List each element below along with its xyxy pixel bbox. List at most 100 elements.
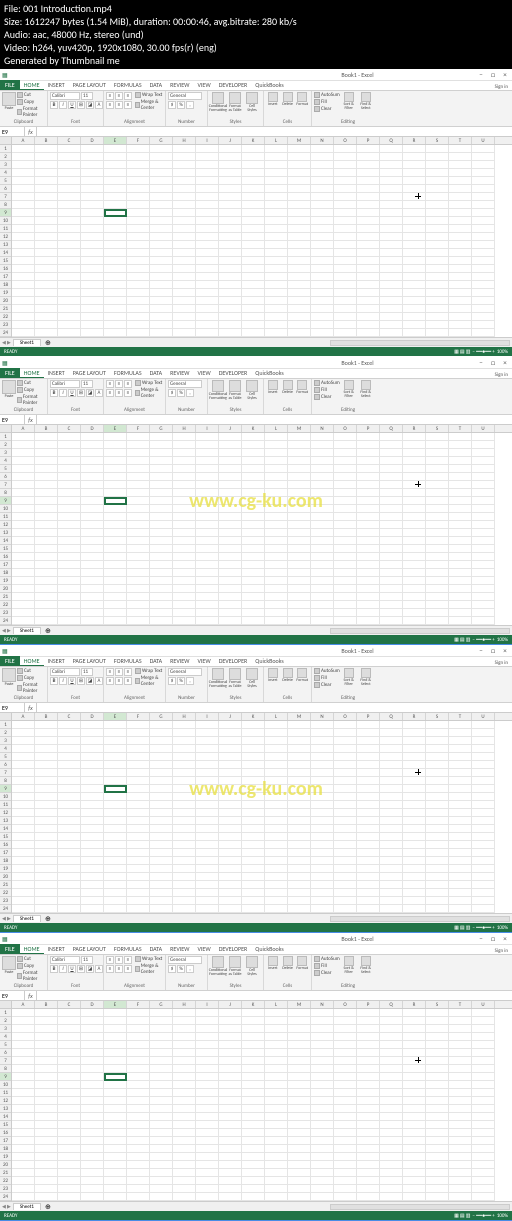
cell[interactable] — [403, 1009, 426, 1017]
cell[interactable] — [127, 825, 150, 833]
cell[interactable] — [426, 233, 449, 241]
cell[interactable] — [357, 1033, 380, 1041]
cell[interactable] — [150, 801, 173, 809]
cell[interactable] — [81, 289, 104, 297]
cell[interactable] — [196, 745, 219, 753]
cell[interactable] — [173, 857, 196, 865]
cell[interactable] — [357, 905, 380, 913]
cell[interactable] — [472, 881, 495, 889]
col-header-L[interactable]: L — [265, 137, 288, 144]
cell[interactable] — [426, 753, 449, 761]
cell[interactable] — [150, 321, 173, 329]
row-header-12[interactable]: 12 — [0, 1097, 11, 1105]
find-select-button[interactable]: Find & Select — [358, 668, 374, 687]
cell[interactable] — [334, 793, 357, 801]
cell[interactable] — [403, 289, 426, 297]
cell[interactable] — [472, 1073, 495, 1081]
cell[interactable] — [403, 1025, 426, 1033]
cell[interactable] — [173, 1057, 196, 1065]
cell[interactable] — [426, 561, 449, 569]
cell[interactable] — [35, 449, 58, 457]
cell[interactable] — [426, 609, 449, 617]
sheet-nav[interactable]: ◀ ▶ — [2, 916, 11, 922]
cell[interactable] — [403, 521, 426, 529]
cell[interactable] — [81, 329, 104, 337]
cell[interactable] — [380, 1049, 403, 1057]
cell[interactable] — [12, 761, 35, 769]
cell[interactable] — [380, 745, 403, 753]
cell[interactable] — [150, 225, 173, 233]
cell[interactable] — [288, 1097, 311, 1105]
cell[interactable] — [196, 441, 219, 449]
cell[interactable] — [380, 233, 403, 241]
cell[interactable] — [242, 849, 265, 857]
row-header-22[interactable]: 22 — [0, 601, 11, 609]
cell[interactable] — [334, 1113, 357, 1121]
cell[interactable] — [12, 497, 35, 505]
cell[interactable] — [58, 537, 81, 545]
cell[interactable] — [449, 753, 472, 761]
cell[interactable] — [334, 785, 357, 793]
cell[interactable] — [58, 801, 81, 809]
cell[interactable] — [403, 809, 426, 817]
cell[interactable] — [104, 185, 127, 193]
cell[interactable] — [311, 801, 334, 809]
cell[interactable] — [311, 249, 334, 257]
col-header-H[interactable]: H — [173, 425, 196, 432]
cell[interactable] — [265, 857, 288, 865]
cell[interactable] — [472, 193, 495, 201]
cell[interactable] — [127, 537, 150, 545]
cell[interactable] — [242, 817, 265, 825]
cell[interactable] — [12, 905, 35, 913]
cell[interactable] — [35, 857, 58, 865]
cell[interactable] — [334, 521, 357, 529]
col-header-K[interactable]: K — [242, 1001, 265, 1008]
cell[interactable] — [334, 865, 357, 873]
cell[interactable] — [472, 1193, 495, 1201]
cell[interactable] — [219, 769, 242, 777]
cell[interactable] — [311, 753, 334, 761]
cell[interactable] — [35, 241, 58, 249]
cell[interactable] — [334, 561, 357, 569]
cell[interactable] — [265, 169, 288, 177]
cell[interactable] — [472, 1097, 495, 1105]
cell[interactable] — [104, 1097, 127, 1105]
paste-button[interactable]: Paste — [2, 92, 16, 111]
cell[interactable] — [58, 1033, 81, 1041]
cell[interactable] — [242, 537, 265, 545]
cell[interactable] — [12, 201, 35, 209]
cell[interactable] — [173, 481, 196, 489]
cell[interactable] — [196, 289, 219, 297]
cell[interactable] — [12, 721, 35, 729]
cell[interactable] — [58, 281, 81, 289]
cell[interactable] — [58, 1097, 81, 1105]
cell[interactable] — [357, 1129, 380, 1137]
cell[interactable] — [449, 1089, 472, 1097]
cell[interactable] — [35, 585, 58, 593]
zoom-level[interactable]: 100% — [497, 637, 508, 643]
cell[interactable] — [12, 1065, 35, 1073]
cell[interactable] — [265, 553, 288, 561]
cell[interactable] — [150, 433, 173, 441]
cell[interactable] — [58, 553, 81, 561]
cell[interactable] — [196, 281, 219, 289]
cell[interactable] — [357, 561, 380, 569]
merge-center-button[interactable]: Merge & Center — [135, 963, 163, 975]
col-header-O[interactable]: O — [334, 1001, 357, 1008]
cell[interactable] — [58, 841, 81, 849]
cell[interactable] — [311, 1121, 334, 1129]
cell[interactable] — [449, 217, 472, 225]
cell[interactable] — [357, 193, 380, 201]
cell[interactable] — [196, 161, 219, 169]
cell[interactable] — [426, 313, 449, 321]
cell[interactable] — [173, 809, 196, 817]
cell[interactable] — [127, 1121, 150, 1129]
cell[interactable] — [242, 905, 265, 913]
cell[interactable] — [426, 865, 449, 873]
cell[interactable] — [12, 585, 35, 593]
cell[interactable] — [242, 801, 265, 809]
col-header-D[interactable]: D — [81, 1001, 104, 1008]
cell[interactable] — [403, 801, 426, 809]
cell[interactable] — [449, 833, 472, 841]
cell[interactable] — [449, 1121, 472, 1129]
